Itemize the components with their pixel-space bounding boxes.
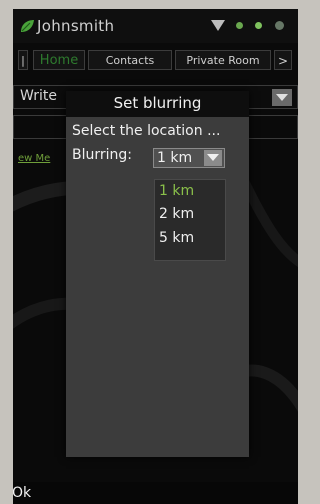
signal-icon	[211, 20, 225, 31]
set-blurring-dialog: Set blurring Select the location ... Blu…	[66, 91, 249, 457]
tab-scroll-right[interactable]: >	[274, 50, 292, 70]
option-5-km[interactable]: 5 km	[159, 230, 194, 246]
blurring-select[interactable]: 1 km	[153, 148, 225, 168]
blurring-dropdown-list: 1 km 2 km 5 km	[154, 179, 226, 261]
status-dot-icon	[275, 21, 284, 30]
option-1-km[interactable]: 1 km	[159, 183, 194, 199]
blurring-label: Blurring:	[72, 147, 132, 163]
leaf-icon	[21, 20, 34, 32]
tab-home[interactable]: Home	[33, 50, 85, 70]
write-input-text: Write	[20, 88, 57, 104]
username-label: Johnsmith	[37, 17, 115, 35]
option-2-km[interactable]: 2 km	[159, 206, 194, 222]
blurring-selected-value: 1 km	[157, 150, 193, 166]
tab-bar: | Home Contacts Private Room >	[13, 47, 298, 73]
phone-screen: Johnsmith | Home Contacts Private Room >…	[13, 9, 298, 504]
tab-scroll-left[interactable]: |	[18, 50, 28, 70]
dialog-title: Set blurring	[66, 91, 249, 117]
ok-softkey[interactable]: Ok	[13, 485, 31, 501]
chevron-down-icon[interactable]	[204, 150, 222, 166]
tab-private-room[interactable]: Private Room	[175, 50, 271, 70]
status-dot-icon	[236, 22, 243, 29]
dialog-message: Select the location ...	[72, 123, 221, 139]
status-bar: Johnsmith	[13, 9, 298, 43]
softkey-bar: Ok	[13, 482, 298, 504]
status-dot-icon	[255, 22, 262, 29]
tab-contacts[interactable]: Contacts	[88, 50, 172, 70]
chevron-down-icon[interactable]	[272, 89, 292, 106]
